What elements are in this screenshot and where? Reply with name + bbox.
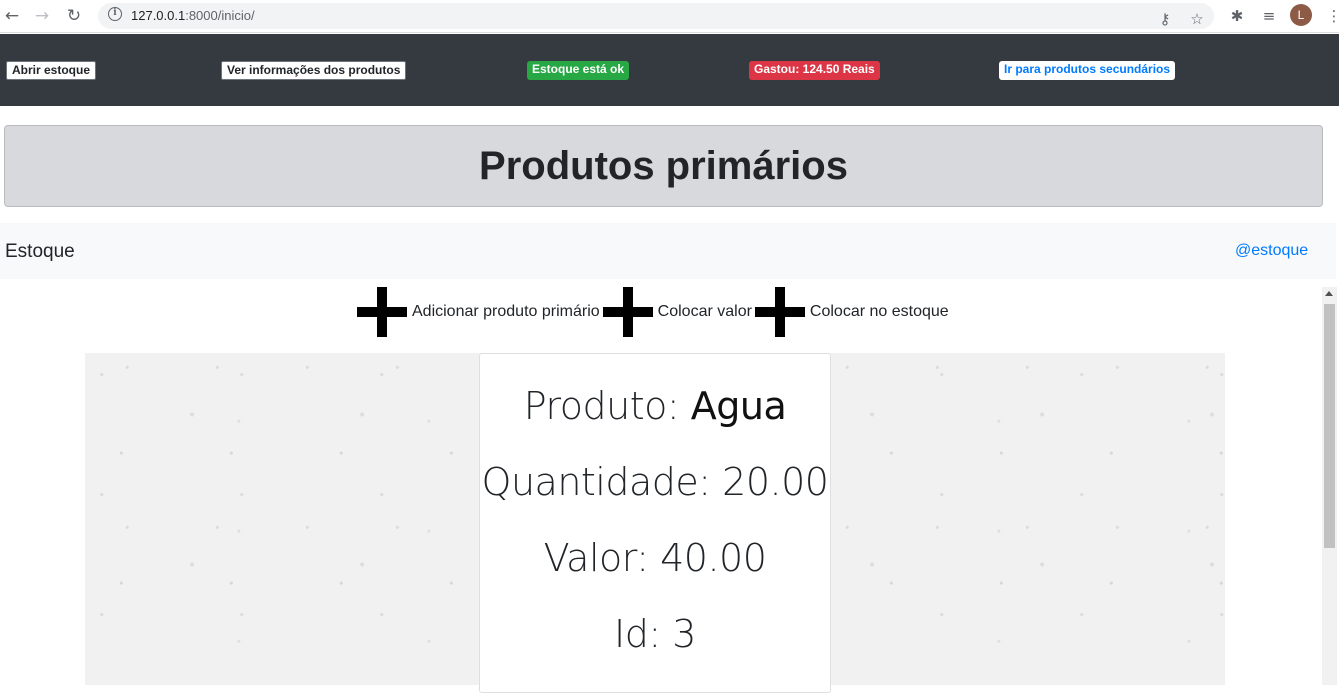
product-id: Id: 3: [614, 612, 696, 656]
page-title: Produtos primários: [479, 144, 848, 188]
stock-brand[interactable]: Estoque: [5, 241, 75, 263]
page-scrollbar[interactable]: [1322, 287, 1337, 685]
stock-link[interactable]: @estoque: [1235, 242, 1308, 260]
secondary-products-link[interactable]: Ir para produtos secundários: [999, 61, 1176, 80]
plus-icon[interactable]: [357, 287, 407, 337]
url-path: :8000/inicio/: [185, 8, 255, 23]
reload-icon[interactable]: ↻: [63, 5, 85, 27]
product-card: Produto: Agua Quantidade: 20.00 Valor: 4…: [479, 353, 831, 693]
view-products-info-button[interactable]: Ver informações dos produtos: [221, 61, 407, 80]
media-queue-icon[interactable]: ≡: [1258, 5, 1280, 27]
scroll-thumb[interactable]: [1324, 304, 1335, 548]
address-url[interactable]: 127.0.0.1:8000/inicio/: [131, 8, 255, 23]
set-value-button[interactable]: Colocar valor: [658, 303, 752, 321]
browser-toolbar: ← → ↻ i 127.0.0.1:8000/inicio/ ⚷ ☆ ✱ ≡ L…: [0, 0, 1339, 33]
product-value: Valor: 40.00: [543, 536, 767, 580]
app-navbar: Abrir estoque Ver informações dos produt…: [0, 34, 1339, 106]
plus-icon[interactable]: [602, 287, 653, 337]
menu-dots-icon[interactable]: ⋮: [1323, 5, 1339, 27]
open-stock-button[interactable]: Abrir estoque: [6, 61, 97, 80]
key-icon[interactable]: ⚷: [1154, 8, 1176, 30]
forward-icon[interactable]: →: [31, 5, 53, 27]
add-primary-product-button[interactable]: Adicionar produto primário: [412, 303, 600, 321]
star-icon[interactable]: ☆: [1186, 8, 1208, 30]
product-quantity: Quantidade: 20.00: [481, 460, 829, 504]
extensions-icon[interactable]: ✱: [1226, 5, 1248, 27]
profile-avatar[interactable]: L: [1290, 4, 1312, 26]
product-name-label: Produto:: [523, 384, 691, 428]
stock-status-badge: Estoque está ok: [527, 61, 630, 80]
scroll-up-icon[interactable]: [1325, 291, 1333, 296]
action-row: Adicionar produto primário Colocar valor…: [357, 287, 952, 337]
add-to-stock-button[interactable]: Colocar no estoque: [810, 303, 949, 321]
back-icon[interactable]: ←: [1, 5, 23, 27]
product-name: Produto: Agua: [480, 384, 830, 428]
product-name-value: Agua: [690, 384, 787, 428]
page-header: Produtos primários: [4, 125, 1323, 207]
spent-badge: Gastou: 124.50 Reais: [749, 61, 880, 80]
address-bar[interactable]: i 127.0.0.1:8000/inicio/ ⚷ ☆: [98, 3, 1214, 29]
plus-icon[interactable]: [754, 287, 805, 337]
site-info-icon[interactable]: i: [108, 7, 122, 21]
stock-navbar: Estoque @estoque: [0, 223, 1336, 279]
url-host: 127.0.0.1: [131, 8, 186, 23]
